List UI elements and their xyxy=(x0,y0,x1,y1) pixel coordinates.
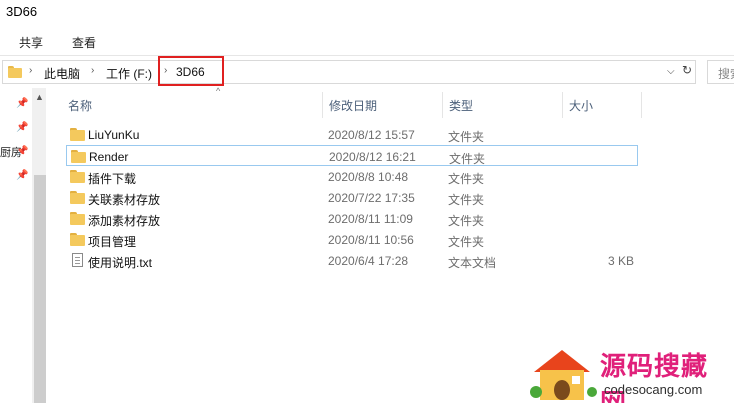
watermark-url: codesocang.com xyxy=(604,382,703,397)
file-row[interactable]: 插件下载 2020/8/8 10:48 文件夹 xyxy=(66,166,638,187)
folder-icon xyxy=(71,150,86,163)
column-header-date[interactable]: 修改日期 xyxy=(329,97,377,114)
column-header-name[interactable]: 名称 xyxy=(68,97,92,114)
file-name: Render xyxy=(89,150,129,164)
file-modified-date: 2020/7/22 17:35 xyxy=(328,191,415,205)
scrollbar-thumb[interactable] xyxy=(34,175,46,403)
text-file-icon xyxy=(72,253,83,267)
file-modified-date: 2020/8/11 10:56 xyxy=(328,233,414,247)
folder-icon xyxy=(70,170,85,183)
file-row[interactable]: LiuYunKu 2020/8/12 15:57 文件夹 xyxy=(66,124,638,145)
file-row[interactable]: 使用说明.txt 2020/6/4 17:28 文本文档 3 KB xyxy=(66,250,638,271)
file-modified-date: 2020/8/8 10:48 xyxy=(328,170,409,184)
file-name: 添加素材存放 xyxy=(88,214,161,228)
file-modified-date: 2020/8/11 11:09 xyxy=(328,212,413,226)
column-header-size[interactable]: 大小 xyxy=(569,97,593,114)
file-name: 项目管理 xyxy=(88,235,137,249)
folder-icon xyxy=(8,66,22,78)
column-divider[interactable] xyxy=(562,92,563,118)
file-name: 插件下载 xyxy=(88,172,137,186)
tab-share[interactable]: 共享 xyxy=(19,34,43,51)
chevron-right-icon[interactable]: › xyxy=(91,65,94,76)
watermark: 源码搜藏网 codesocang.com xyxy=(528,342,734,403)
breadcrumb-drive-f[interactable]: 工作 (F:) xyxy=(106,65,152,82)
breadcrumb-this-pc[interactable]: 此电脑 xyxy=(44,65,80,82)
file-type: 文本文档 xyxy=(448,256,497,270)
chevron-down-icon[interactable]: ⌵ xyxy=(667,66,675,77)
file-size: 3 KB xyxy=(607,254,634,268)
tab-view[interactable]: 查看 xyxy=(72,34,96,51)
window-title: 3D66 xyxy=(6,4,38,19)
column-divider[interactable] xyxy=(641,92,642,118)
highlight-box xyxy=(158,56,224,86)
folder-icon xyxy=(70,212,85,225)
search-input[interactable]: 搜索 xyxy=(707,60,734,84)
sort-ascending-icon: ^ xyxy=(216,86,221,96)
column-divider[interactable] xyxy=(442,92,443,118)
file-modified-date: 2020/8/12 16:21 xyxy=(329,150,416,164)
pin-icon[interactable]: 📌 xyxy=(16,122,28,133)
scroll-up-icon[interactable]: ▲ xyxy=(35,92,44,102)
file-row[interactable]: 项目管理 2020/8/11 10:56 文件夹 xyxy=(66,229,638,250)
folder-icon xyxy=(70,191,85,204)
address-bar[interactable]: › 此电脑 › 工作 (F:) › 3D66 ⌵ xyxy=(2,60,696,84)
file-modified-date: 2020/6/4 17:28 xyxy=(328,254,409,268)
file-modified-date: 2020/8/12 15:57 xyxy=(328,128,415,142)
refresh-icon[interactable]: ↻ xyxy=(679,63,695,81)
chevron-right-icon[interactable]: › xyxy=(29,65,32,76)
pin-icon[interactable]: 📌 xyxy=(16,170,28,181)
column-header-type[interactable]: 类型 xyxy=(449,97,473,114)
file-row[interactable]: 关联素材存放 2020/7/22 17:35 文件夹 xyxy=(66,187,638,208)
folder-icon xyxy=(70,233,85,246)
search-placeholder: 搜索 xyxy=(718,67,734,81)
file-name: 关联素材存放 xyxy=(88,193,161,207)
file-row[interactable]: Render 2020/8/12 16:21 文件夹 xyxy=(66,145,638,166)
file-type: 文件夹 xyxy=(448,172,485,186)
file-name: 使用说明.txt xyxy=(88,256,153,270)
file-type: 文件夹 xyxy=(448,193,485,207)
file-type: 文件夹 xyxy=(448,235,485,249)
file-type: 文件夹 xyxy=(448,214,485,228)
pin-icon[interactable]: 📌 xyxy=(16,98,28,109)
ribbon: 共享 查看 xyxy=(0,30,734,56)
folder-icon xyxy=(70,128,85,141)
pin-icon[interactable]: 📌 xyxy=(16,146,28,157)
file-type: 文件夹 xyxy=(448,130,485,144)
file-name: LiuYunKu xyxy=(88,128,140,142)
house-logo-icon xyxy=(530,350,597,400)
column-divider[interactable] xyxy=(322,92,323,118)
file-row[interactable]: 添加素材存放 2020/8/11 11:09 文件夹 xyxy=(66,208,638,229)
file-type: 文件夹 xyxy=(449,152,486,166)
